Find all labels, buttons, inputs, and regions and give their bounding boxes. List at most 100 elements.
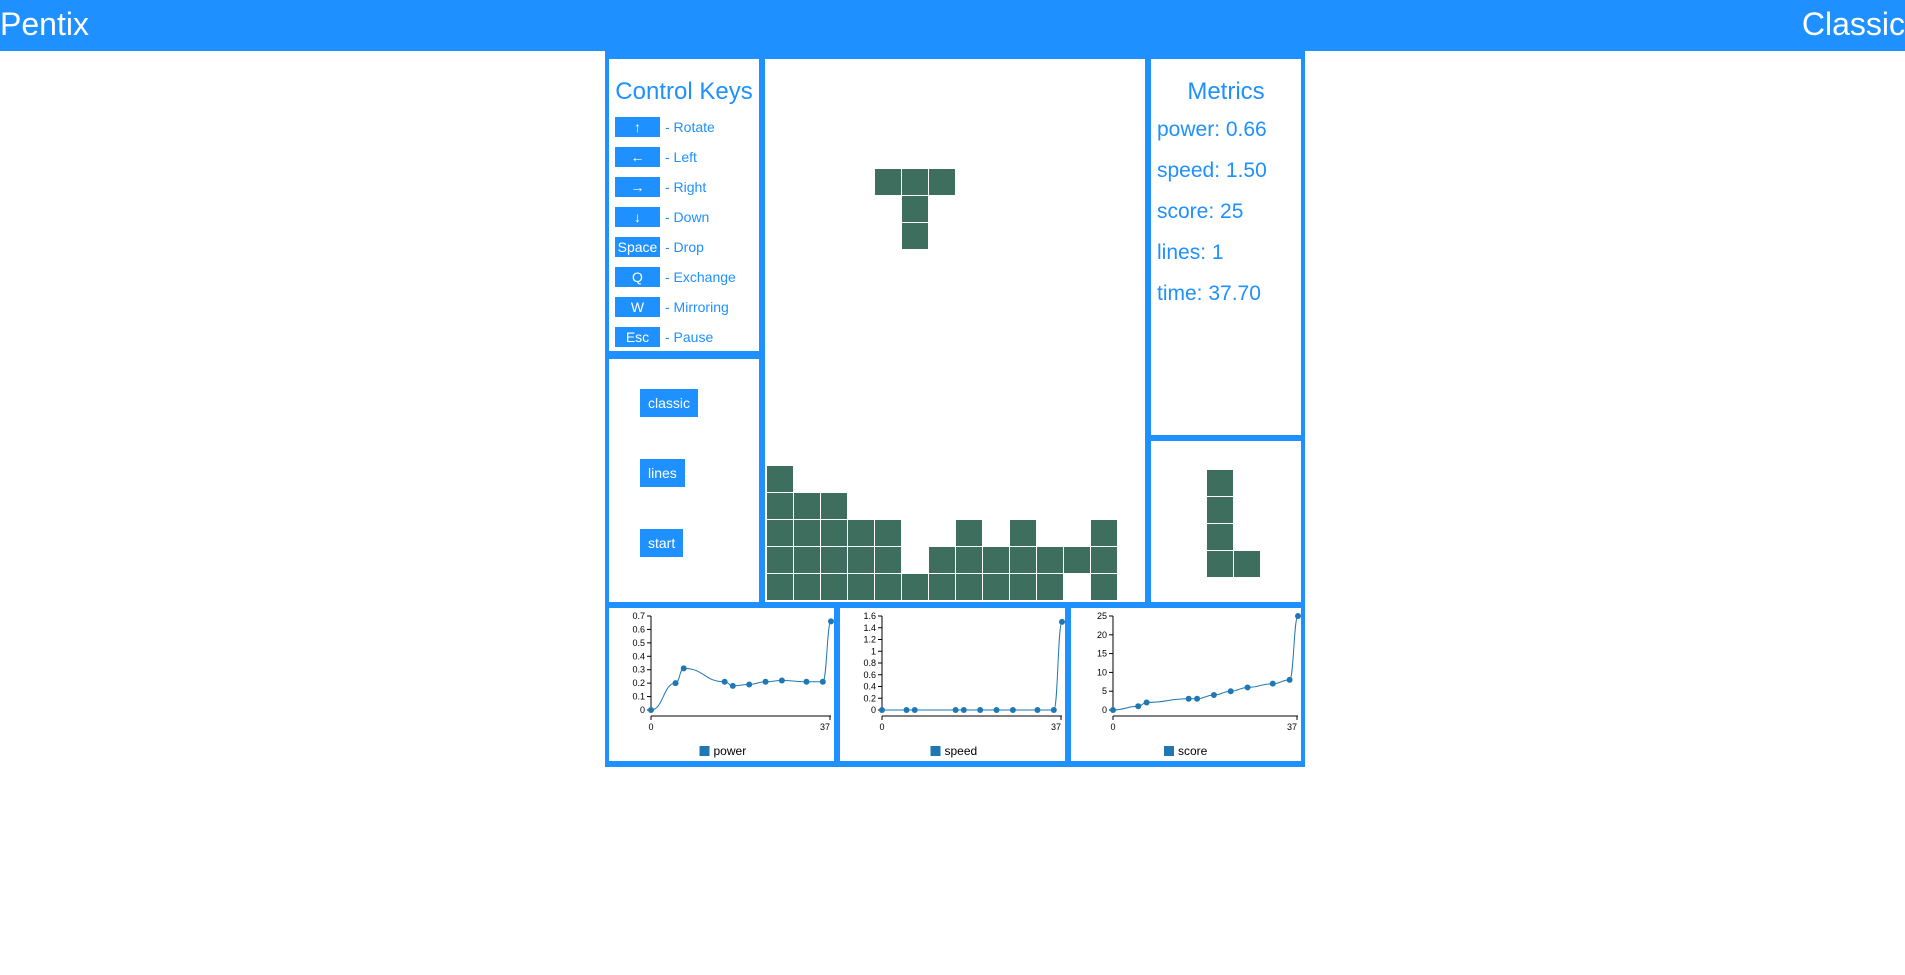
y-tick-label: 1.6 [863,611,876,621]
speed-data-point [993,707,1000,713]
stack-cell [767,520,793,546]
stack-cell [848,520,874,546]
x-tick-label: 37 [1287,722,1297,732]
y-tick-label: 15 [1097,649,1107,659]
stack-cell [767,547,793,573]
game-board[interactable] [765,59,1145,602]
legend-swatch [1164,746,1174,756]
classic-mode-button[interactable]: classic [640,389,699,417]
score-data-point [1295,613,1301,619]
stack-cell [1091,547,1117,573]
left-arrow-key: ← [615,147,660,167]
up-arrow-key: ↑ [615,117,660,137]
key-row-exchange: Q - Exchange [615,267,736,287]
q-key: Q [615,267,660,287]
metrics-panel: Metrics power: 0.66 speed: 1.50 score: 2… [1151,59,1301,435]
stack-cell [767,466,793,492]
stack-cell [1010,574,1036,600]
speed-data-point [1050,707,1057,713]
y-tick-label: 20 [1097,630,1107,640]
start-button[interactable]: start [640,529,684,557]
stack-cell [848,574,874,600]
legend-label: speed [945,744,978,758]
control-keys-title: Control Keys [615,78,753,105]
score-data-point [1135,703,1142,710]
right-arrow-key: → [615,177,660,197]
speed-data-point [952,707,959,713]
stack-cell [1064,547,1090,573]
metric-score: score: 25 [1157,200,1244,223]
next-piece-cell [1207,470,1233,496]
y-tick-label: 0.2 [863,693,876,703]
power-data-point [672,680,679,687]
x-tick-label: 37 [1051,722,1061,732]
game-frame: Control Keys ↑ - Rotate ← - Left → - Right … [605,51,1305,767]
score-data-point [1194,695,1201,702]
metrics-title: Metrics [1187,78,1265,105]
score-data-point [1269,680,1276,687]
stack-cell [983,574,1009,600]
y-tick-label: 0 [640,705,645,715]
power-data-point [680,665,687,672]
x-tick-label: 0 [648,722,653,732]
y-tick-label: 25 [1097,611,1107,621]
y-tick-label: 0.4 [632,651,645,661]
speed-data-point [1009,707,1016,713]
y-tick-label: 1.4 [863,623,876,633]
metric-time: time: 37.70 [1157,282,1261,305]
header-bar: Pentix Classic [0,0,1905,51]
stack-cell [929,574,955,600]
score-data-point [1286,676,1293,683]
score-data-point [1210,691,1217,698]
stack-cell [875,574,901,600]
stack-cell [848,547,874,573]
down-arrow-key: ↓ [615,207,660,227]
key-desc-down: - Down [665,209,710,225]
speed-data-point [879,707,885,713]
score-data-point [1110,707,1116,713]
stack-cell [1037,574,1063,600]
score-data-point [1227,688,1234,695]
key-desc-mirroring: - Mirroring [665,299,729,315]
next-piece-panel [1151,441,1301,602]
y-tick-label: 0.5 [632,638,645,648]
key-desc-drop: - Drop [665,239,704,255]
power-data-point [746,681,753,688]
score-data-point [1185,695,1192,702]
y-tick-label: 1.2 [863,635,876,645]
power-data-point [648,707,654,713]
y-tick-label: 0 [871,705,876,715]
x-tick-label: 37 [820,722,830,732]
key-desc-right: - Right [665,179,707,195]
y-tick-label: 0.3 [632,665,645,675]
active-piece-cell [875,169,901,195]
y-tick-label: 0 [1102,705,1107,715]
speed-data-point [1034,707,1041,713]
stack-cell [821,574,847,600]
esc-key: Esc [615,327,660,347]
active-piece-cell [902,169,928,195]
key-row-down: ↓ - Down [615,207,709,227]
stack-cell [983,547,1009,573]
score-chart: 0 5 10 15 20 25 0 37 score [1097,611,1301,758]
speed-data-point [977,707,984,713]
power-data-point [778,677,785,684]
y-tick-label: 0.6 [632,624,645,634]
power-data-point [803,678,810,685]
game-mode-label: Classic [1801,6,1905,42]
lines-mode-button[interactable]: lines [640,459,685,487]
stack-cell [956,547,982,573]
stack-cell [956,574,982,600]
next-piece-cell [1234,551,1260,577]
metric-power: power: 0.66 [1157,118,1267,141]
stack-cell [1037,547,1063,573]
power-data-point [721,678,728,685]
metric-speed: speed: 1.50 [1157,159,1267,182]
app-title: Pentix [0,6,89,42]
power-chart-panel: 0 0.1 0.2 0.3 0.4 0.5 0.6 0.7 0 37 power [609,608,834,761]
stack-cell [821,547,847,573]
key-desc-left: - Left [665,149,697,165]
y-tick-label: 1 [871,646,876,656]
power-data-point [762,678,769,685]
stack-cell [794,493,820,519]
